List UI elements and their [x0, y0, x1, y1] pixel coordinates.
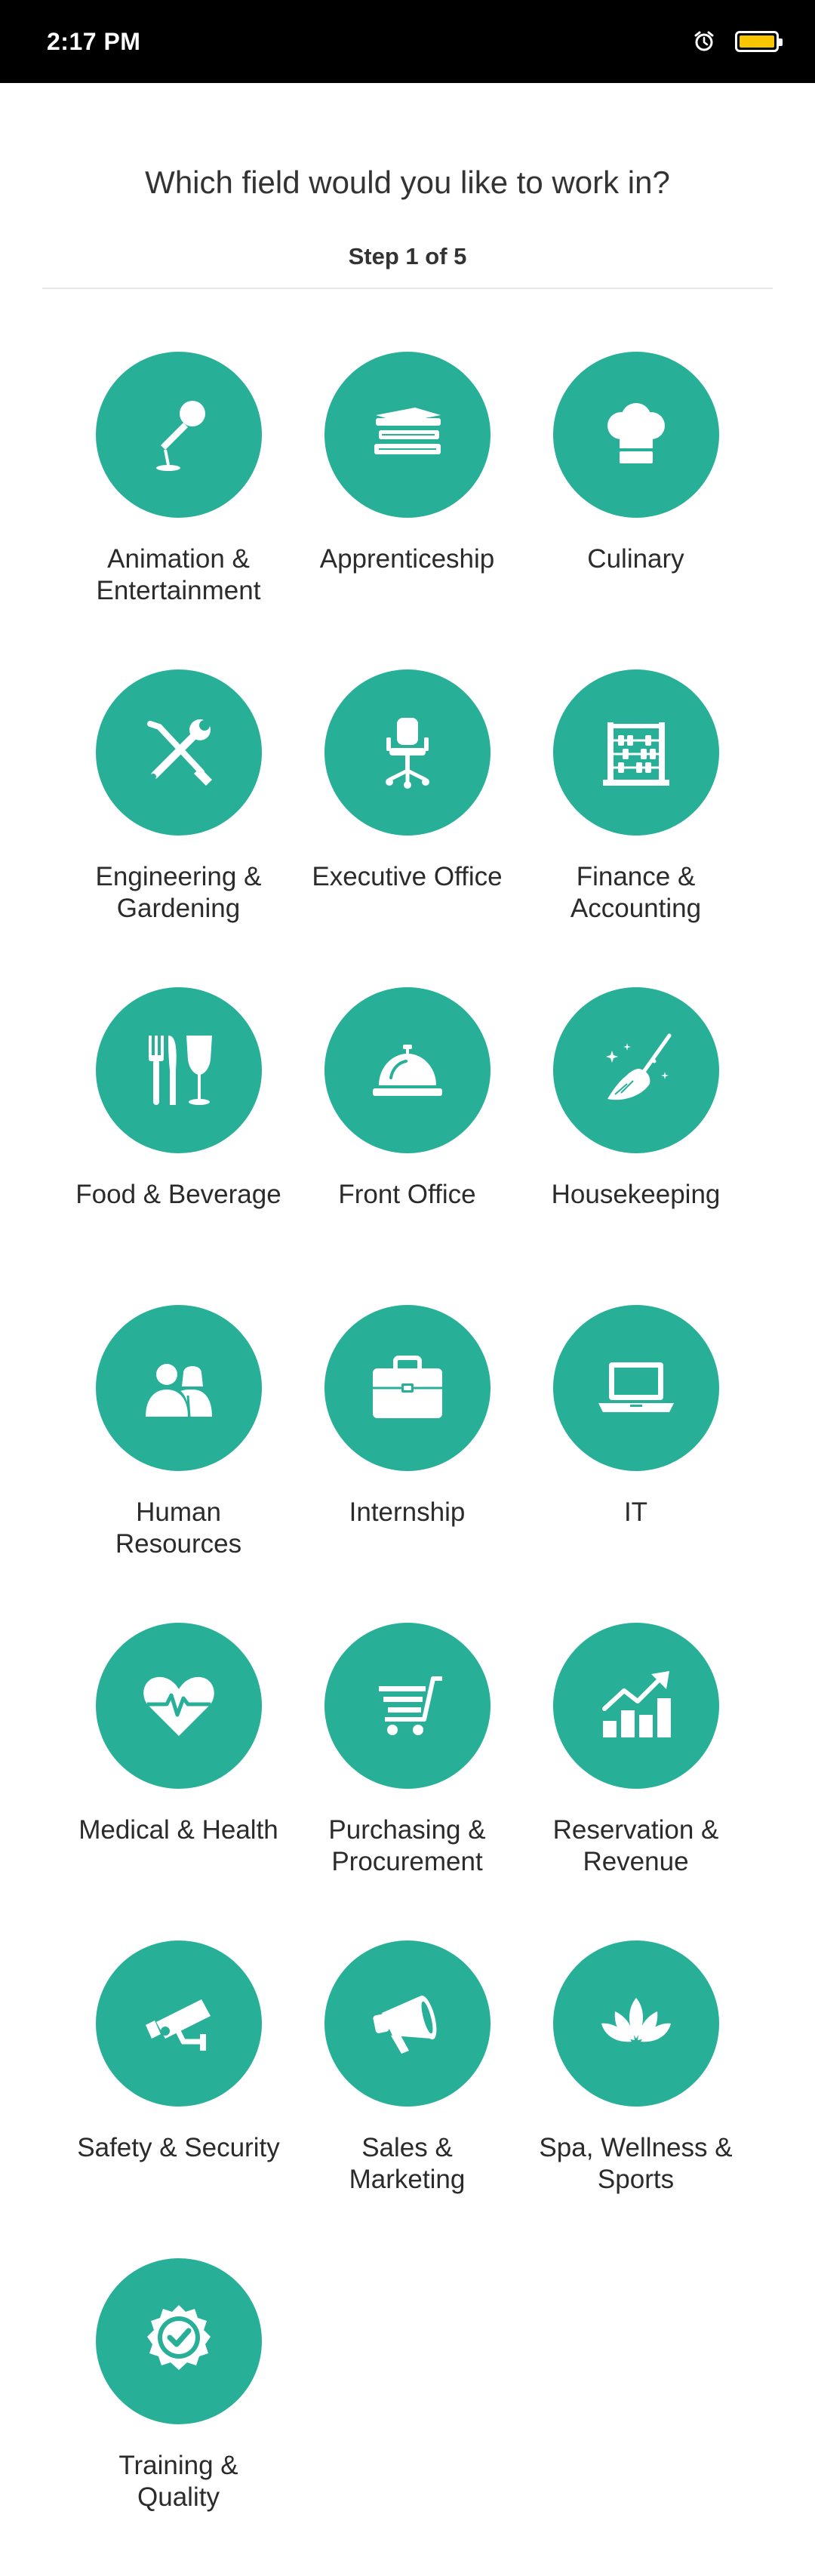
field-icon-circle	[552, 352, 719, 518]
field-icon-circle	[95, 2258, 262, 2424]
field-tile-it[interactable]: IT	[521, 1305, 750, 1623]
field-label: IT	[623, 1497, 648, 1527]
lotus-icon	[601, 1998, 671, 2042]
field-tile-culinary[interactable]: Culinary	[521, 352, 750, 669]
status-bar: 2:17 PM	[0, 0, 815, 83]
field-icon-circle	[552, 1305, 719, 1471]
field-label: Internship	[349, 1497, 466, 1527]
field-label: Food & Beverage	[75, 1180, 281, 1209]
field-label: Animation & Entertainment	[96, 544, 261, 605]
field-icon-circle	[552, 1623, 719, 1789]
field-label: Spa, Wellness & Sports	[539, 2133, 733, 2194]
battery-icon	[735, 31, 783, 52]
field-tile-sales-marketing[interactable]: Sales & Marketing	[293, 1940, 521, 2258]
quality-badge-icon	[146, 2305, 211, 2370]
header-divider	[42, 288, 773, 289]
field-grid: Animation & Entertainment Apprenticeship	[0, 352, 815, 2576]
tools-icon	[146, 719, 212, 786]
field-icon-circle	[95, 1623, 262, 1789]
field-icon-circle	[324, 1305, 491, 1471]
field-label: Medical & Health	[78, 1815, 278, 1845]
broom-icon	[605, 1033, 671, 1100]
field-label: Finance & Accounting	[570, 862, 702, 923]
field-tile-housekeeping[interactable]: Housekeeping	[521, 987, 750, 1305]
books-icon	[374, 408, 441, 454]
status-icons	[693, 0, 783, 83]
microphone-icon	[155, 401, 205, 471]
field-tile-internship[interactable]: Internship	[293, 1305, 521, 1623]
cutlery-glass-icon	[148, 1036, 212, 1105]
field-label: Purchasing & Procurement	[328, 1815, 486, 1876]
field-label: Training & Quality	[118, 2451, 238, 2512]
field-label: Executive Office	[312, 862, 503, 891]
field-tile-medical-health[interactable]: Medical & Health	[64, 1623, 293, 1940]
service-bell-icon	[372, 1045, 442, 1096]
office-chair-icon	[385, 718, 429, 789]
field-label: Engineering & Gardening	[95, 862, 262, 923]
field-label: Front Office	[338, 1180, 476, 1209]
field-icon-circle	[95, 987, 262, 1153]
heartbeat-icon	[143, 1676, 214, 1736]
field-icon-circle	[324, 1940, 491, 2107]
chef-hat-icon	[607, 403, 665, 463]
field-tile-finance-accounting[interactable]: Finance & Accounting	[521, 669, 750, 987]
field-label: Safety & Security	[77, 2133, 280, 2162]
field-icon-circle	[95, 669, 262, 836]
field-label: Apprenticeship	[319, 544, 495, 574]
field-icon-circle	[552, 669, 719, 836]
field-label: Human Resources	[115, 1497, 242, 1559]
field-tile-engineering-gardening[interactable]: Engineering & Gardening	[64, 669, 293, 987]
field-tile-apprenticeship[interactable]: Apprenticeship	[293, 352, 521, 669]
shopping-cart-icon	[378, 1676, 442, 1735]
field-icon-circle	[324, 987, 491, 1153]
field-tile-spa-wellness-sports[interactable]: Spa, Wellness & Sports	[521, 1940, 750, 2258]
field-icon-circle	[324, 1623, 491, 1789]
field-tile-executive-office[interactable]: Executive Office	[293, 669, 521, 987]
field-icon-circle	[95, 352, 262, 518]
field-tile-training-quality[interactable]: Training & Quality	[64, 2258, 293, 2576]
abacus-icon	[602, 722, 669, 786]
field-icon-circle	[324, 352, 491, 518]
field-label: Culinary	[587, 544, 684, 574]
alarm-icon	[693, 30, 715, 53]
field-icon-circle	[552, 1940, 719, 2107]
megaphone-icon	[372, 1995, 436, 2054]
field-tile-animation-entertainment[interactable]: Animation & Entertainment	[64, 352, 293, 669]
field-icon-circle	[324, 669, 491, 836]
people-icon	[145, 1364, 212, 1417]
laptop-icon	[598, 1362, 674, 1412]
field-icon-circle	[95, 1940, 262, 2107]
growth-chart-icon	[601, 1671, 671, 1737]
status-time: 2:17 PM	[47, 28, 141, 55]
field-tile-reservation-revenue[interactable]: Reservation & Revenue	[521, 1623, 750, 1940]
page-title: Which field would you like to work in?	[145, 165, 670, 200]
field-tile-safety-security[interactable]: Safety & Security	[64, 1940, 293, 2258]
field-label: Sales & Marketing	[349, 2133, 466, 2194]
field-label: Reservation & Revenue	[552, 1815, 719, 1876]
briefcase-icon	[372, 1356, 442, 1418]
field-label: Housekeeping	[551, 1180, 721, 1209]
field-tile-purchasing-procurement[interactable]: Purchasing & Procurement	[293, 1623, 521, 1940]
field-tile-human-resources[interactable]: Human Resources	[64, 1305, 293, 1623]
security-camera-icon	[145, 1999, 211, 2051]
step-indicator: Step 1 of 5	[348, 243, 467, 269]
field-icon-circle	[95, 1305, 262, 1471]
battery-level	[740, 35, 774, 48]
field-icon-circle	[552, 987, 719, 1153]
field-tile-food-beverage[interactable]: Food & Beverage	[64, 987, 293, 1305]
field-tile-front-office[interactable]: Front Office	[293, 987, 521, 1305]
